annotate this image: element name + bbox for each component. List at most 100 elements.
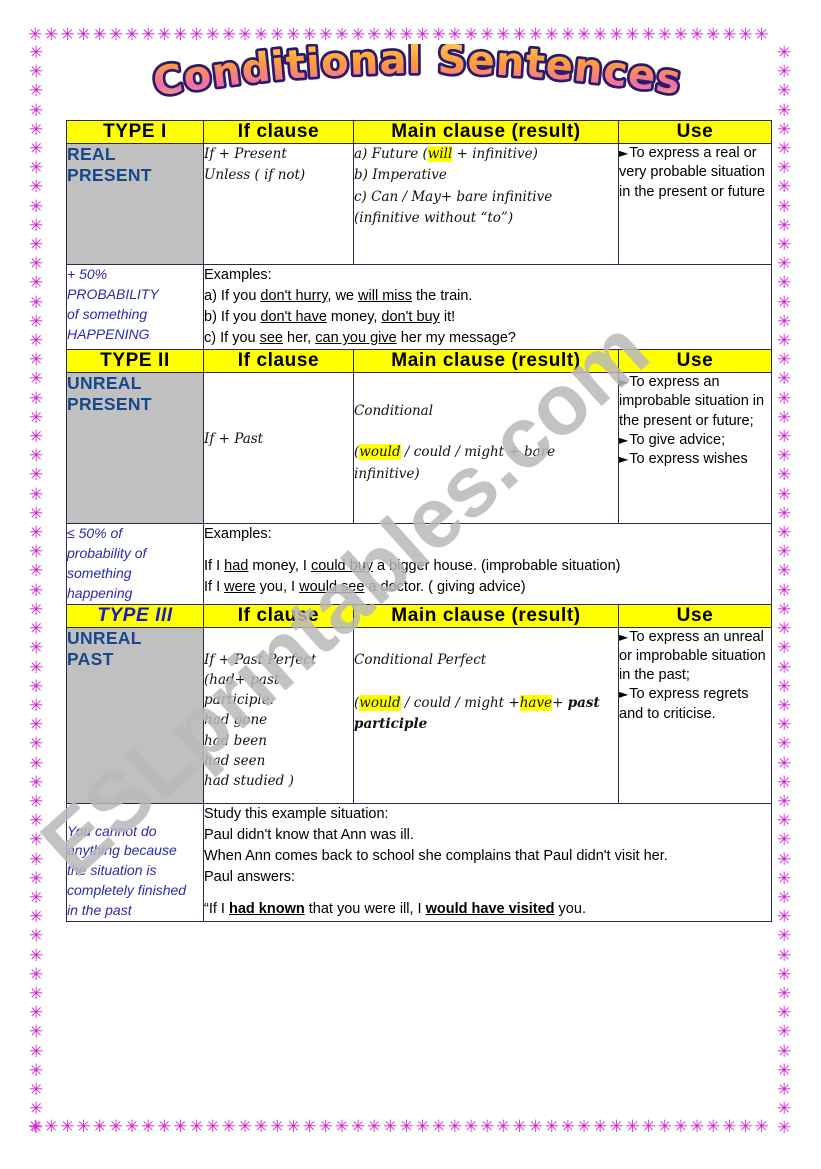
type3-main-line-1: Conditional Perfect bbox=[354, 651, 487, 668]
type3-if-line-4: had gone bbox=[204, 712, 268, 729]
table-row-type2-body: UNREAL PRESENT If + Past Conditional (wo… bbox=[66, 372, 772, 525]
type1-examples-heading: Examples: bbox=[204, 267, 272, 283]
type3-main-clause: Conditional Perfect (would / could / mig… bbox=[353, 626, 619, 804]
t2e2-u2: would see bbox=[299, 579, 365, 596]
type3-if-line-5: had been bbox=[204, 732, 267, 749]
t3q-bold-2: would have visited bbox=[425, 900, 555, 917]
type1-main-line-d: (infinitive without “to”) bbox=[354, 209, 514, 226]
type1-label: REAL PRESENT bbox=[66, 143, 204, 265]
type3-prob-line-2: anything because bbox=[67, 842, 177, 859]
type3-use-item-1: ►To express an unreal or improbable situ… bbox=[619, 628, 771, 686]
table-row-type1-body: REAL PRESENT If + Present Unless ( if no… bbox=[66, 143, 772, 265]
t2e2-mid: you, I bbox=[255, 579, 300, 596]
t2e2-pre: If I bbox=[204, 579, 225, 596]
type3-prob-line-4: completely finished bbox=[67, 882, 187, 899]
t1e1-u1: don't hurry bbox=[260, 288, 328, 305]
t1e2-u1: don't have bbox=[260, 309, 327, 326]
t1e1-post: the train. bbox=[412, 288, 473, 305]
t1e1-mid: , we bbox=[327, 288, 359, 305]
header-type1: TYPE I bbox=[66, 120, 204, 144]
type3-prob-line-5: in the past bbox=[67, 902, 132, 919]
type2-use-item-2: ►To give advice; bbox=[619, 431, 771, 450]
type2-prob-line-3: something bbox=[67, 564, 132, 581]
type1-main-a-post: + infinitive) bbox=[452, 146, 538, 162]
page-title: Conditional Sentences Conditional Senten… bbox=[0, 44, 821, 112]
svg-text:Conditional Sentences: Conditional Sentences bbox=[149, 44, 684, 106]
t2e1-mid: money, I bbox=[248, 558, 311, 575]
t1e3-pre: c) If you bbox=[204, 330, 260, 347]
conditionals-table-wrapper: TYPE I If clause Main clause (result) Us… bbox=[66, 120, 772, 922]
type1-example-3: c) If you see her, can you give her my m… bbox=[204, 328, 771, 349]
header-main-clause-3: Main clause (result) bbox=[353, 603, 619, 628]
triangle-right-icon: ► bbox=[619, 629, 629, 644]
type2-use-text-1: To express an improbable situation in th… bbox=[619, 374, 765, 429]
t2e1-u2: could buy bbox=[310, 558, 374, 575]
type3-study-line-1: Study this example situation: bbox=[204, 805, 389, 822]
type2-use-text-3: To express wishes bbox=[629, 451, 748, 468]
t1e2-post: it! bbox=[439, 309, 456, 326]
type1-main-line-c: c) Can / May+ bare infinitive bbox=[354, 188, 553, 205]
triangle-right-icon: ► bbox=[619, 687, 629, 702]
t3q-pre: “If I bbox=[204, 900, 229, 917]
t1e3-u1: see bbox=[259, 330, 283, 347]
type1-main-clause: a) Future (will + infinitive) b) Imperat… bbox=[353, 143, 619, 265]
t2m-highlight: would bbox=[359, 444, 401, 461]
t1e3-u2: can you give bbox=[315, 330, 397, 347]
triangle-right-icon: ► bbox=[619, 146, 629, 160]
header-main-clause-1: Main clause (result) bbox=[353, 120, 619, 144]
table-row-type3-examples: You cannot do anything because the situa… bbox=[66, 802, 772, 922]
t3q-bold-1: had known bbox=[228, 900, 305, 917]
type1-main-line-a: a) Future (will + infinitive) bbox=[354, 144, 618, 165]
t1e2-mid: money, bbox=[326, 309, 382, 326]
type2-use-text-2: To give advice; bbox=[629, 431, 726, 448]
type3-probability: You cannot do anything because the situa… bbox=[66, 802, 204, 922]
type1-use: ►To express a real or very probable situ… bbox=[618, 143, 772, 265]
type1-label-line1: REAL bbox=[67, 144, 116, 164]
header-if-clause-3: If clause bbox=[203, 603, 354, 628]
t1e2-pre: b) If you bbox=[204, 309, 261, 326]
header-if-clause-2: If clause bbox=[203, 349, 354, 374]
type3-examples-spacer bbox=[204, 888, 771, 899]
type3-main-line-2: (would / could / might +have+ past parti… bbox=[354, 693, 618, 736]
triangle-right-icon: ► bbox=[619, 452, 629, 467]
t3m-highlight-2: have bbox=[519, 694, 553, 711]
type1-main-a-pre: a) Future ( bbox=[354, 146, 428, 162]
t2e1-u1: had bbox=[224, 558, 249, 575]
t1e1-u2: will miss bbox=[358, 288, 412, 305]
border-stars-bottom: ✳✳✳✳✳✳✳✳✳✳✳✳✳✳✳✳✳✳✳✳✳✳✳✳✳✳✳✳✳✳✳✳✳✳✳✳✳✳✳✳… bbox=[28, 1117, 771, 1137]
type2-prob-line-2: probability of bbox=[67, 544, 147, 561]
type3-use: ►To express an unreal or improbable situ… bbox=[618, 626, 772, 804]
type1-use-item-1: ►To express a real or very probable situ… bbox=[619, 144, 771, 202]
type3-if-clause: If + Past Perfect (had+ past participle:… bbox=[203, 626, 354, 804]
header-use-1: Use bbox=[618, 120, 772, 144]
type3-use-text-1: To express an unreal or improbable situa… bbox=[619, 628, 766, 684]
type3-prob-line-1: You cannot do bbox=[67, 822, 157, 839]
type2-main-clause: Conditional (would / could / might + bar… bbox=[353, 372, 619, 525]
header-type2: TYPE II bbox=[66, 349, 204, 374]
type1-prob-line-2: PROBABILITY bbox=[67, 285, 159, 302]
type2-example-2: If I were you, I would see a doctor. ( g… bbox=[204, 577, 771, 598]
type2-probability: ≤ 50% of probability of something happen… bbox=[66, 523, 204, 605]
t3m-mid: / could / might + bbox=[400, 694, 520, 711]
type1-probability: + 50% PROBABILITY of something HAPPENING bbox=[66, 263, 204, 351]
t3m-highlight-1: would bbox=[359, 694, 401, 711]
type2-prob-line-1: ≤ 50% of bbox=[67, 525, 123, 542]
type1-prob-line-3: of something bbox=[67, 305, 148, 322]
t1e1-pre: a) If you bbox=[204, 288, 261, 305]
type3-study-line-3: When Ann comes back to school she compla… bbox=[204, 847, 668, 864]
t1e3-post: her my message? bbox=[396, 330, 516, 347]
type2-prob-line-4: happening bbox=[67, 584, 133, 601]
type2-examples-heading: Examples: bbox=[204, 526, 272, 543]
type1-prob-line-4: HAPPENING bbox=[67, 325, 150, 342]
type1-example-2: b) If you don't have money, don't buy it… bbox=[204, 307, 771, 328]
table-row-type1-examples: + 50% PROBABILITY of something HAPPENING… bbox=[66, 263, 772, 351]
t3q-mid: that you were ill, I bbox=[304, 900, 426, 917]
header-if-clause-1: If clause bbox=[203, 120, 354, 144]
type2-main-spacer bbox=[354, 422, 618, 442]
header-use-3: Use bbox=[618, 603, 772, 628]
t3q-post: you. bbox=[554, 900, 586, 917]
header-use-2: Use bbox=[618, 349, 772, 374]
type3-study-line-2: Paul didn't know that Ann was ill. bbox=[204, 826, 414, 843]
type1-prob-line-1: + 50% bbox=[67, 266, 108, 282]
t2e1-post: a bigger house. (improbable situation) bbox=[373, 558, 621, 575]
